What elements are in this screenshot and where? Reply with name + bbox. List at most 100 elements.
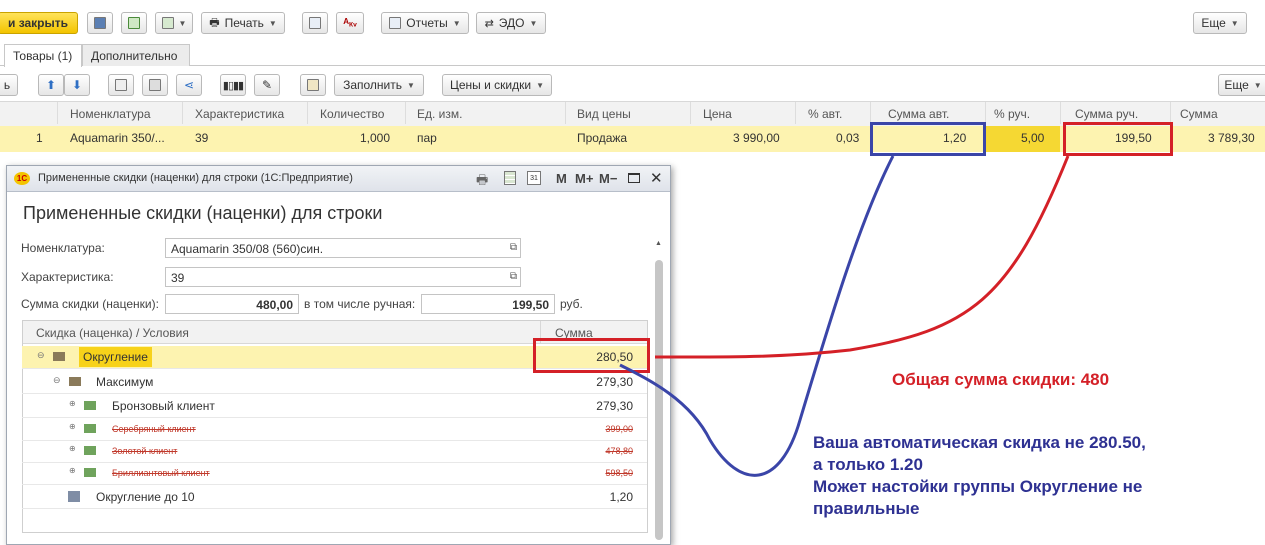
select-button[interactable] [300,74,326,96]
pencil-icon: ✎ [261,78,273,92]
calendar-icon[interactable]: 31 [527,171,541,185]
print-icon[interactable]: 🖶 [476,171,488,193]
tree-row-diamond-value: 598,50 [605,468,633,478]
tree-row-silver-label: Серебряный клиент [112,424,196,434]
scroll-up-icon[interactable]: ▲ [655,240,662,247]
col-header-price[interactable]: Цена [703,107,732,127]
prices-discounts-label: Цены и скидки [449,78,532,92]
col-header-pct-manual[interactable]: % руч. [994,107,1030,127]
cell-pct-auto[interactable]: 0,03 [836,131,859,145]
column-separator [795,102,796,124]
document-green-icon [128,17,140,29]
fill-label: Заполнить [343,78,402,92]
paste-button[interactable] [142,74,168,96]
barcode-icon: ▮▯▮▮ [222,79,244,92]
tree-row-bronze[interactable]: ⊕ Бронзовый клиент 279,30 [22,395,647,418]
tree-row-diamond[interactable]: ⊕ Бриллиантовый клиент 598,50 [22,462,647,485]
move-up-button[interactable]: ⬆ [38,74,64,96]
nomenclature-field[interactable]: Aquamarin 350/08 (560)син. ⧉ [165,238,521,258]
cell-pct-manual[interactable]: 5,00 [1021,131,1044,145]
cell-characteristic[interactable]: 39 [195,131,208,145]
calculator-icon[interactable] [504,171,516,185]
reports-button[interactable]: Отчеты ▼ [381,12,469,34]
col-header-nomenclature[interactable]: Номенклатура [70,107,151,127]
cell-quantity[interactable]: 1,000 [360,131,390,145]
create-based-button[interactable]: ▼ [155,12,193,34]
col-header-quantity[interactable]: Количество [320,107,384,127]
cell-unit[interactable]: пар [417,131,437,145]
tree-row-gold[interactable]: ⊕ Золотой клиент 478,80 [22,440,647,463]
list-icon [309,17,321,29]
save-close-button[interactable]: и закрыть [0,12,78,34]
chevron-down-icon: ▼ [268,18,277,28]
post-icon-button[interactable] [121,12,147,34]
expand-icon[interactable]: ⊕ [69,466,76,475]
cell-price[interactable]: 3 990,00 [733,131,780,145]
split-button[interactable]: ⋖ [176,74,202,96]
discount-condition-icon [84,401,96,410]
col-header-pct-auto[interactable]: % авт. [808,107,842,127]
col-header-characteristic[interactable]: Характеристика [195,107,284,127]
tree-row-round-to-10-label: Округление до 10 [96,490,195,504]
sum-manual-highlight-box [1063,122,1173,156]
col-header-unit[interactable]: Ед. изм. [417,107,462,127]
column-separator [57,102,58,124]
tree-row-maximum[interactable]: ⊖ Максимум 279,30 [22,371,647,394]
barcode-button[interactable]: ▮▯▮▮ [220,74,246,96]
edo-label: ЭДО [498,16,525,30]
expand-icon[interactable]: ⊕ [69,399,76,408]
structure-button[interactable] [302,12,328,34]
chevron-down-icon: ▼ [536,80,544,90]
memory-m-button[interactable]: M [556,171,567,186]
prices-discounts-button[interactable]: Цены и скидки ▼ [442,74,552,96]
cell-nomenclature[interactable]: Aquamarin 350/... [70,131,165,145]
add-row-label: ь [3,78,11,92]
tab-goods[interactable]: Товары (1) [4,44,82,67]
arrow-up-icon: ⬆ [45,78,57,92]
nomenclature-label: Номенклатура: [21,241,105,255]
print-button[interactable]: 🖶 Печать ▼ [201,12,285,34]
tree-row-round-to-10[interactable]: Округление до 10 1,20 [22,486,647,509]
dialog-scrollbar[interactable]: ▲ [655,240,663,540]
scrollbar-thumb[interactable] [655,260,663,540]
reports-label: Отчеты [406,16,448,30]
add-row-button[interactable]: ь [0,74,18,96]
characteristic-field[interactable]: 39 ⧉ [165,267,521,287]
open-link-icon[interactable]: ⧉ [510,271,517,282]
chevron-down-icon: ▼ [452,18,461,28]
move-down-button[interactable]: ⬇ [64,74,90,96]
fill-button[interactable]: Заполнить ▼ [334,74,424,96]
maximize-icon[interactable] [628,173,640,183]
memory-mplus-button[interactable]: M+ [575,171,593,186]
open-link-icon[interactable]: ⧉ [510,242,517,253]
tab-additional[interactable]: Дополнительно [82,44,190,66]
auto-discount-annotation-line4: правильные [813,499,920,518]
collapse-icon[interactable]: ⊖ [37,350,45,361]
column-separator [307,102,308,124]
expand-icon[interactable]: ⊕ [69,422,76,431]
more-button[interactable]: Еще ▼ [1193,12,1247,34]
cell-sum[interactable]: 3 789,30 [1208,131,1255,145]
collapse-icon[interactable]: ⊖ [53,375,61,386]
table-more-button[interactable]: Еще ▼ [1218,74,1265,96]
edo-button[interactable]: ⇄ ЭДО ▼ [476,12,546,34]
cell-price-type[interactable]: Продажа [577,131,627,145]
col-header-price-type[interactable]: Вид цены [577,107,631,127]
tree-row-silver[interactable]: ⊕ Серебряный клиент 399,00 [22,418,647,441]
save-icon-button[interactable] [87,12,113,34]
printer-icon: 🖶 [209,16,220,29]
nomenclature-value: Aquamarin 350/08 (560)син. [171,242,324,256]
split-icon: ⋖ [183,78,195,92]
pick-button[interactable]: ✎ [254,74,280,96]
copy-button[interactable] [108,74,134,96]
memory-mminus-button[interactable]: M− [599,171,617,186]
expand-icon[interactable]: ⊕ [69,444,76,453]
currency-label: руб. [560,297,583,311]
auto-discount-annotation-line3: Может настойки группы Округление не [813,477,1143,496]
tree-row-silver-value: 399,00 [605,424,633,434]
col-header-sum[interactable]: Сумма [1180,107,1218,127]
arrow-down-icon: ⬇ [71,78,83,92]
close-icon[interactable]: ✕ [650,169,663,187]
tree-header-name[interactable]: Скидка (наценка) / Условия [36,326,189,340]
check-spelling-button[interactable]: АКv [336,12,364,34]
